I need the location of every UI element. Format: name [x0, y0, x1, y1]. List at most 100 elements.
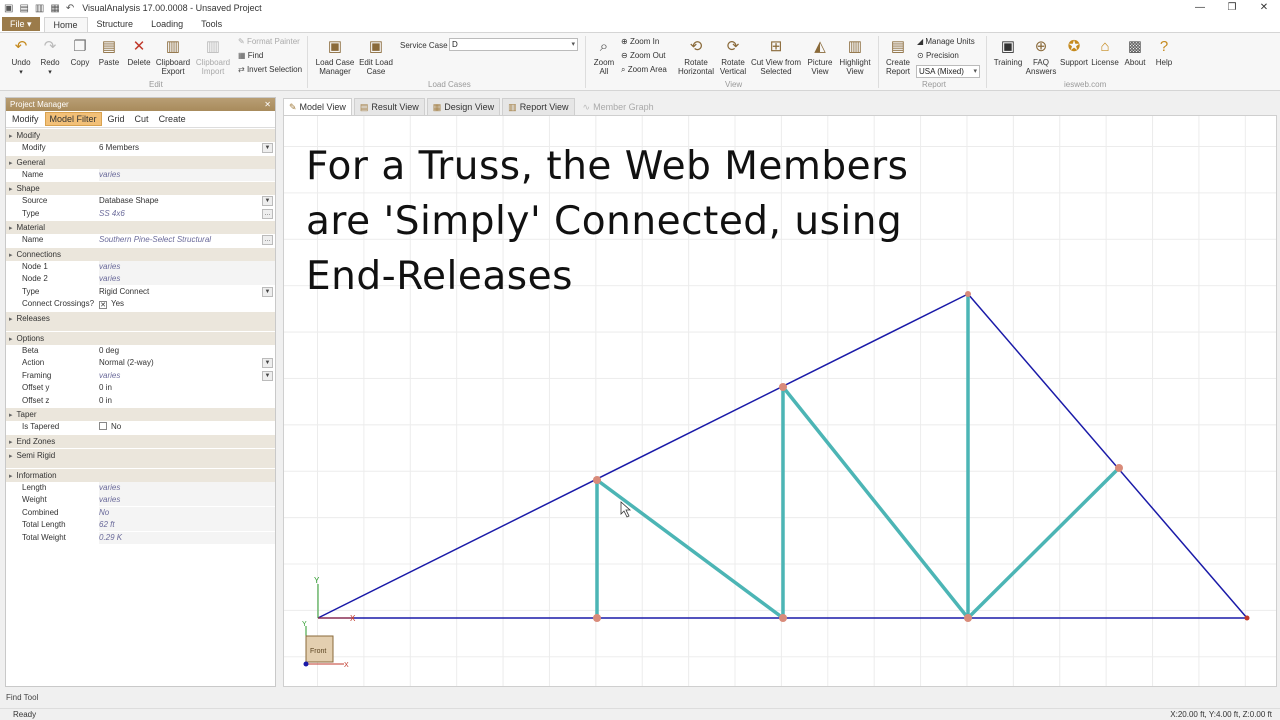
section-connections[interactable]: Connections: [6, 247, 275, 261]
prop-offset-y[interactable]: Offset y0 in: [6, 382, 275, 395]
save-icon[interactable]: ▦: [50, 3, 59, 14]
web-member[interactable]: [966, 466, 1121, 620]
node[interactable]: [965, 291, 971, 297]
edit-load-case-button[interactable]: ▣ Edit Load Case: [358, 37, 394, 76]
top-chord-right[interactable]: [967, 293, 1248, 619]
section-end-zones[interactable]: End Zones: [6, 434, 275, 448]
paste-button[interactable]: ▤ Paste: [96, 37, 122, 67]
invert-selection-button[interactable]: ⇄ Invert Selection: [238, 65, 302, 75]
section-information[interactable]: Information: [6, 468, 275, 482]
chevron-down-icon[interactable]: ▼: [262, 370, 273, 381]
picture-view-button[interactable]: ◭ Picture View: [804, 37, 836, 76]
file-menu[interactable]: File ▾: [2, 17, 40, 31]
prop-offset-z[interactable]: Offset z0 in: [6, 394, 275, 408]
node[interactable]: [593, 476, 601, 484]
prop-modify[interactable]: Modify 6 Members ▼: [6, 142, 275, 155]
node[interactable]: [1244, 615, 1250, 621]
tab-structure[interactable]: Structure: [88, 17, 143, 32]
undo-button[interactable]: ↶ Undo ▾: [8, 37, 34, 77]
prop-name[interactable]: Name varies: [6, 168, 275, 182]
service-case-select[interactable]: D ▾: [449, 38, 578, 51]
copy-button[interactable]: ❐ Copy: [67, 37, 93, 67]
precision-button[interactable]: ⊙ Precision: [917, 51, 959, 61]
prop-node-2[interactable]: Node 2 varies: [6, 273, 275, 286]
faq-answers-button[interactable]: ⊕ FAQ Answers: [1025, 37, 1057, 76]
section-general[interactable]: General: [6, 155, 275, 169]
find-tool-label[interactable]: Find Tool: [6, 693, 38, 702]
zoom-area-button[interactable]: ⌕ Zoom Area: [621, 65, 667, 75]
delete-button[interactable]: ✕ Delete: [125, 37, 153, 67]
load-case-manager-button[interactable]: ▣ Load Case Manager: [314, 37, 356, 76]
section-modify[interactable]: Modify: [6, 129, 275, 142]
prop-connection-type[interactable]: Type Rigid Connect ▼: [6, 285, 275, 299]
close-button[interactable]: ✕: [1248, 0, 1280, 16]
undo-quick-icon[interactable]: ↶: [66, 3, 74, 14]
highlight-view-button[interactable]: ▥ Highlight View: [837, 37, 873, 76]
zoom-all-button[interactable]: ⌕ Zoom All: [590, 37, 618, 76]
tab-design-view[interactable]: ▦ Design View: [426, 98, 501, 115]
help-button[interactable]: ? Help: [1150, 37, 1178, 67]
more-icon[interactable]: …: [262, 235, 273, 245]
about-button[interactable]: ▩ About: [1120, 37, 1150, 67]
redo-button[interactable]: ↷ Redo ▾: [37, 37, 63, 77]
prop-node-1[interactable]: Node 1 varies: [6, 260, 275, 274]
tab-create[interactable]: Create: [155, 113, 190, 125]
find-button[interactable]: ▦ Find: [238, 51, 263, 61]
section-options[interactable]: Options: [6, 331, 275, 345]
prop-beta[interactable]: Beta 0 deg: [6, 344, 275, 358]
node[interactable]: [964, 614, 972, 622]
tab-member-graph[interactable]: ∿ Member Graph: [577, 98, 660, 115]
open-icon[interactable]: ▥: [35, 3, 44, 14]
node[interactable]: [779, 383, 787, 391]
section-shape[interactable]: Shape: [6, 182, 275, 195]
rotate-horizontal-button[interactable]: ⟲ Rotate Horizontal: [676, 37, 716, 76]
tab-result-view[interactable]: ▤ Result View: [353, 98, 425, 115]
chevron-down-icon[interactable]: ▼: [262, 358, 273, 368]
chevron-down-icon[interactable]: ▼: [262, 286, 273, 297]
section-semi-rigid[interactable]: Semi Rigid: [6, 448, 275, 468]
web-member[interactable]: [781, 385, 970, 620]
manage-units-button[interactable]: ◢ Manage Units: [917, 37, 975, 47]
prop-is-tapered[interactable]: Is Tapered No: [6, 421, 275, 434]
clipboard-import-button[interactable]: ▥ Clipboard Import: [195, 37, 231, 76]
tab-report-view[interactable]: ▥ Report View: [502, 98, 575, 115]
support-button[interactable]: ✪ Support: [1058, 37, 1090, 67]
close-icon[interactable]: ✕: [264, 98, 271, 111]
prop-type[interactable]: Type SS 4x6…: [6, 207, 275, 221]
section-taper[interactable]: Taper: [6, 408, 275, 421]
section-material[interactable]: Material: [6, 221, 275, 234]
tab-loading[interactable]: Loading: [142, 17, 192, 32]
chevron-down-icon[interactable]: ▼: [262, 196, 273, 206]
prop-source[interactable]: Source Database Shape ▼: [6, 195, 275, 208]
checkbox-unchecked-icon[interactable]: [99, 422, 107, 430]
zoom-in-button[interactable]: ⊕ Zoom In: [621, 37, 659, 47]
prop-framing[interactable]: Framing varies ▼: [6, 369, 275, 383]
chevron-down-icon[interactable]: ▼: [262, 143, 273, 153]
maximize-button[interactable]: ❐: [1216, 0, 1248, 16]
zoom-out-button[interactable]: ⊖ Zoom Out: [621, 51, 666, 61]
node[interactable]: [779, 614, 787, 622]
rotate-vertical-button[interactable]: ⟳ Rotate Vertical: [716, 37, 750, 76]
tab-home[interactable]: Home: [43, 17, 88, 32]
tab-model-filter[interactable]: Model Filter: [44, 112, 102, 126]
prop-connect-crossings[interactable]: Connect Crossings? ✕ Yes: [6, 298, 275, 311]
checkbox-checked-icon[interactable]: ✕: [99, 301, 107, 309]
tab-tools[interactable]: Tools: [192, 17, 231, 32]
tab-cut[interactable]: Cut: [131, 113, 153, 125]
top-chord-left[interactable]: [317, 293, 969, 619]
tab-modify[interactable]: Modify: [8, 113, 43, 125]
more-icon[interactable]: …: [262, 208, 273, 219]
new-icon[interactable]: ▤: [19, 3, 28, 14]
web-member[interactable]: [595, 478, 785, 620]
minimize-button[interactable]: —: [1184, 0, 1216, 16]
format-painter-button[interactable]: ✎ Format Painter: [238, 37, 300, 47]
clipboard-export-button[interactable]: ▥ Clipboard Export: [155, 37, 191, 76]
tab-model-view[interactable]: ✎ Model View: [283, 98, 352, 115]
node[interactable]: [593, 614, 601, 622]
prop-material-name[interactable]: Name Southern Pine-Select Structural…: [6, 234, 275, 247]
section-releases[interactable]: Releases: [6, 311, 275, 331]
node[interactable]: [1115, 464, 1123, 472]
units-select[interactable]: USA (Mixed) ▾: [916, 65, 980, 78]
cut-view-button[interactable]: ⊞ Cut View from Selected: [750, 37, 802, 76]
prop-action[interactable]: Action Normal (2-way) ▼: [6, 357, 275, 370]
